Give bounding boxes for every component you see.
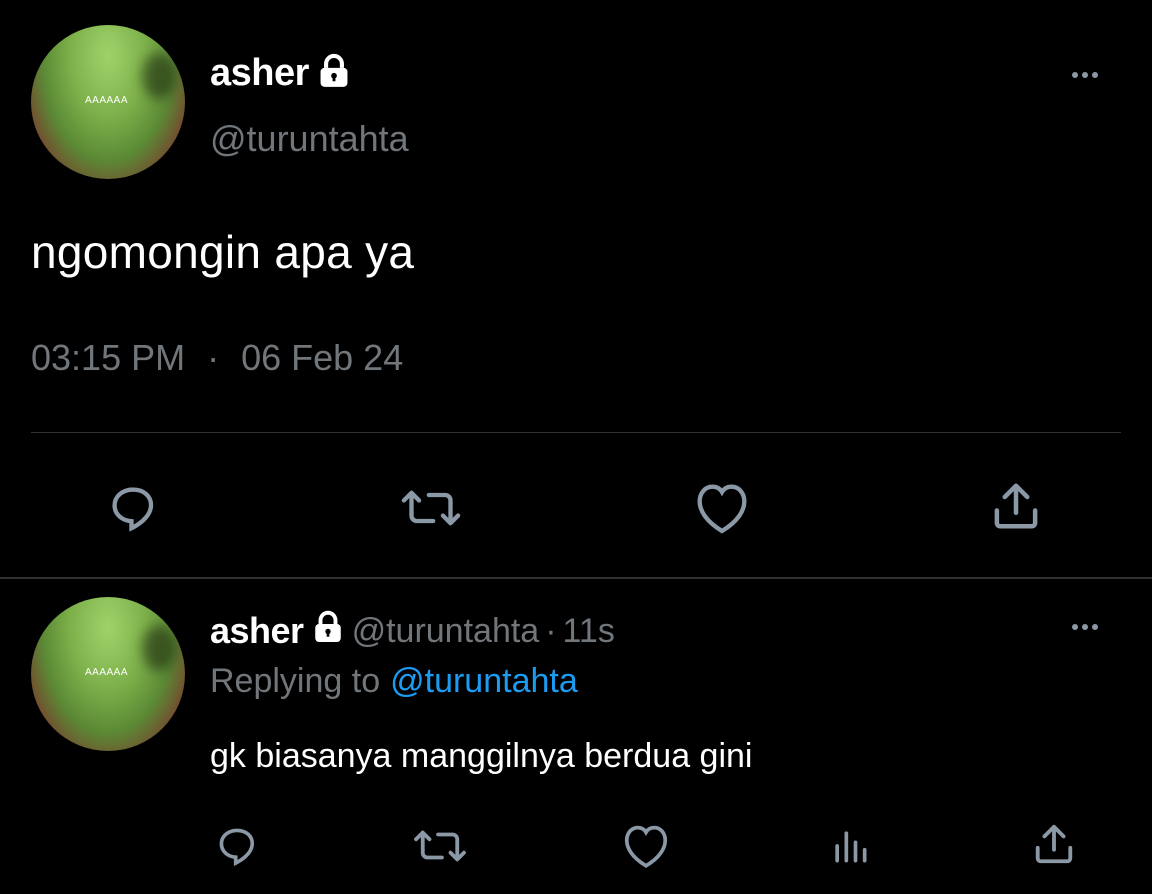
tweet-handle[interactable]: @turuntahta [210, 118, 409, 160]
display-name[interactable]: asher [210, 610, 304, 652]
avatar-shadow [141, 52, 176, 99]
analytics-icon[interactable] [826, 822, 874, 870]
retweet-icon[interactable] [412, 822, 468, 870]
share-icon[interactable] [988, 478, 1044, 534]
more-horizontal-icon[interactable] [1072, 72, 1098, 78]
reply-age: 11s [562, 611, 615, 650]
meta-separator: · [545, 611, 557, 650]
retweet-icon[interactable] [398, 480, 464, 536]
lock-icon [315, 52, 353, 95]
tweet-date: 06 Feb 24 [241, 337, 404, 378]
reply-avatar[interactable]: AAAAAA [31, 597, 185, 751]
divider [0, 577, 1152, 579]
comment-icon[interactable] [105, 480, 161, 536]
avatar-caption: AAAAAA [85, 667, 129, 678]
share-icon[interactable] [1030, 820, 1078, 868]
lock-icon [310, 609, 346, 654]
reply-author-row: asher @turuntahta · 11s [210, 609, 615, 653]
heart-icon[interactable] [620, 822, 672, 870]
replying-prefix: Replying to [210, 662, 381, 700]
reply-handle[interactable]: @turuntahta [352, 612, 540, 651]
avatar-caption: AAAAAA [85, 95, 129, 106]
divider [31, 432, 1121, 433]
tweet-avatar[interactable]: AAAAAA [31, 25, 185, 179]
comment-icon[interactable] [213, 822, 261, 870]
replying-to: Replying to @turuntahta [210, 662, 578, 701]
tweet-timestamp: 03:15 PM · 06 Feb 24 [31, 337, 403, 379]
reply-text: gk biasanya manggilnya berdua gini [210, 737, 753, 775]
more-horizontal-icon[interactable] [1072, 624, 1098, 630]
tweet-author-row: asher [210, 50, 353, 96]
avatar-shadow [141, 624, 176, 671]
replying-handle-link[interactable]: @turuntahta [390, 662, 578, 701]
display-name[interactable]: asher [210, 52, 309, 95]
heart-icon[interactable] [692, 480, 752, 536]
tweet-time: 03:15 PM [31, 337, 186, 378]
meta-separator: · [207, 337, 220, 378]
tweet-text: ngomongin apa ya [31, 226, 415, 278]
